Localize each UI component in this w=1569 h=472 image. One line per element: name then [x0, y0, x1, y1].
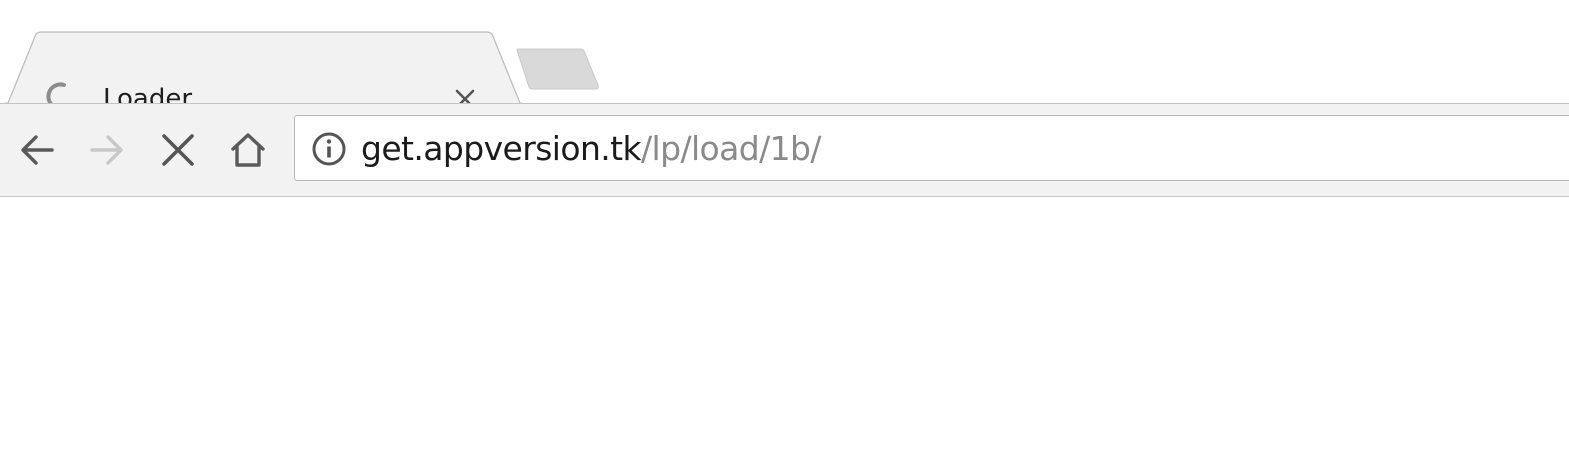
arrow-right-icon[interactable] — [86, 128, 130, 172]
stop-x-icon[interactable] — [156, 128, 200, 172]
url-path: /lp/load/1b/ — [641, 129, 821, 168]
new-tab-button[interactable] — [512, 47, 604, 91]
url-text[interactable]: get.appversion.tk/lp/load/1b/ — [361, 128, 821, 170]
tab-strip: Loader — [0, 0, 1569, 114]
url-host: get.appversion.tk — [361, 129, 642, 168]
toolbar: get.appversion.tk/lp/load/1b/ — [0, 103, 1569, 197]
info-circle-icon[interactable] — [311, 131, 347, 167]
arrow-left-icon[interactable] — [16, 128, 60, 172]
tab-background — [0, 31, 526, 105]
tab-loader[interactable]: Loader — [0, 31, 526, 114]
home-icon[interactable] — [226, 128, 270, 172]
browser-window: Loader get.appversion.tk/lp/load/1b/ — [0, 0, 1569, 472]
address-bar[interactable]: get.appversion.tk/lp/load/1b/ — [294, 115, 1569, 181]
